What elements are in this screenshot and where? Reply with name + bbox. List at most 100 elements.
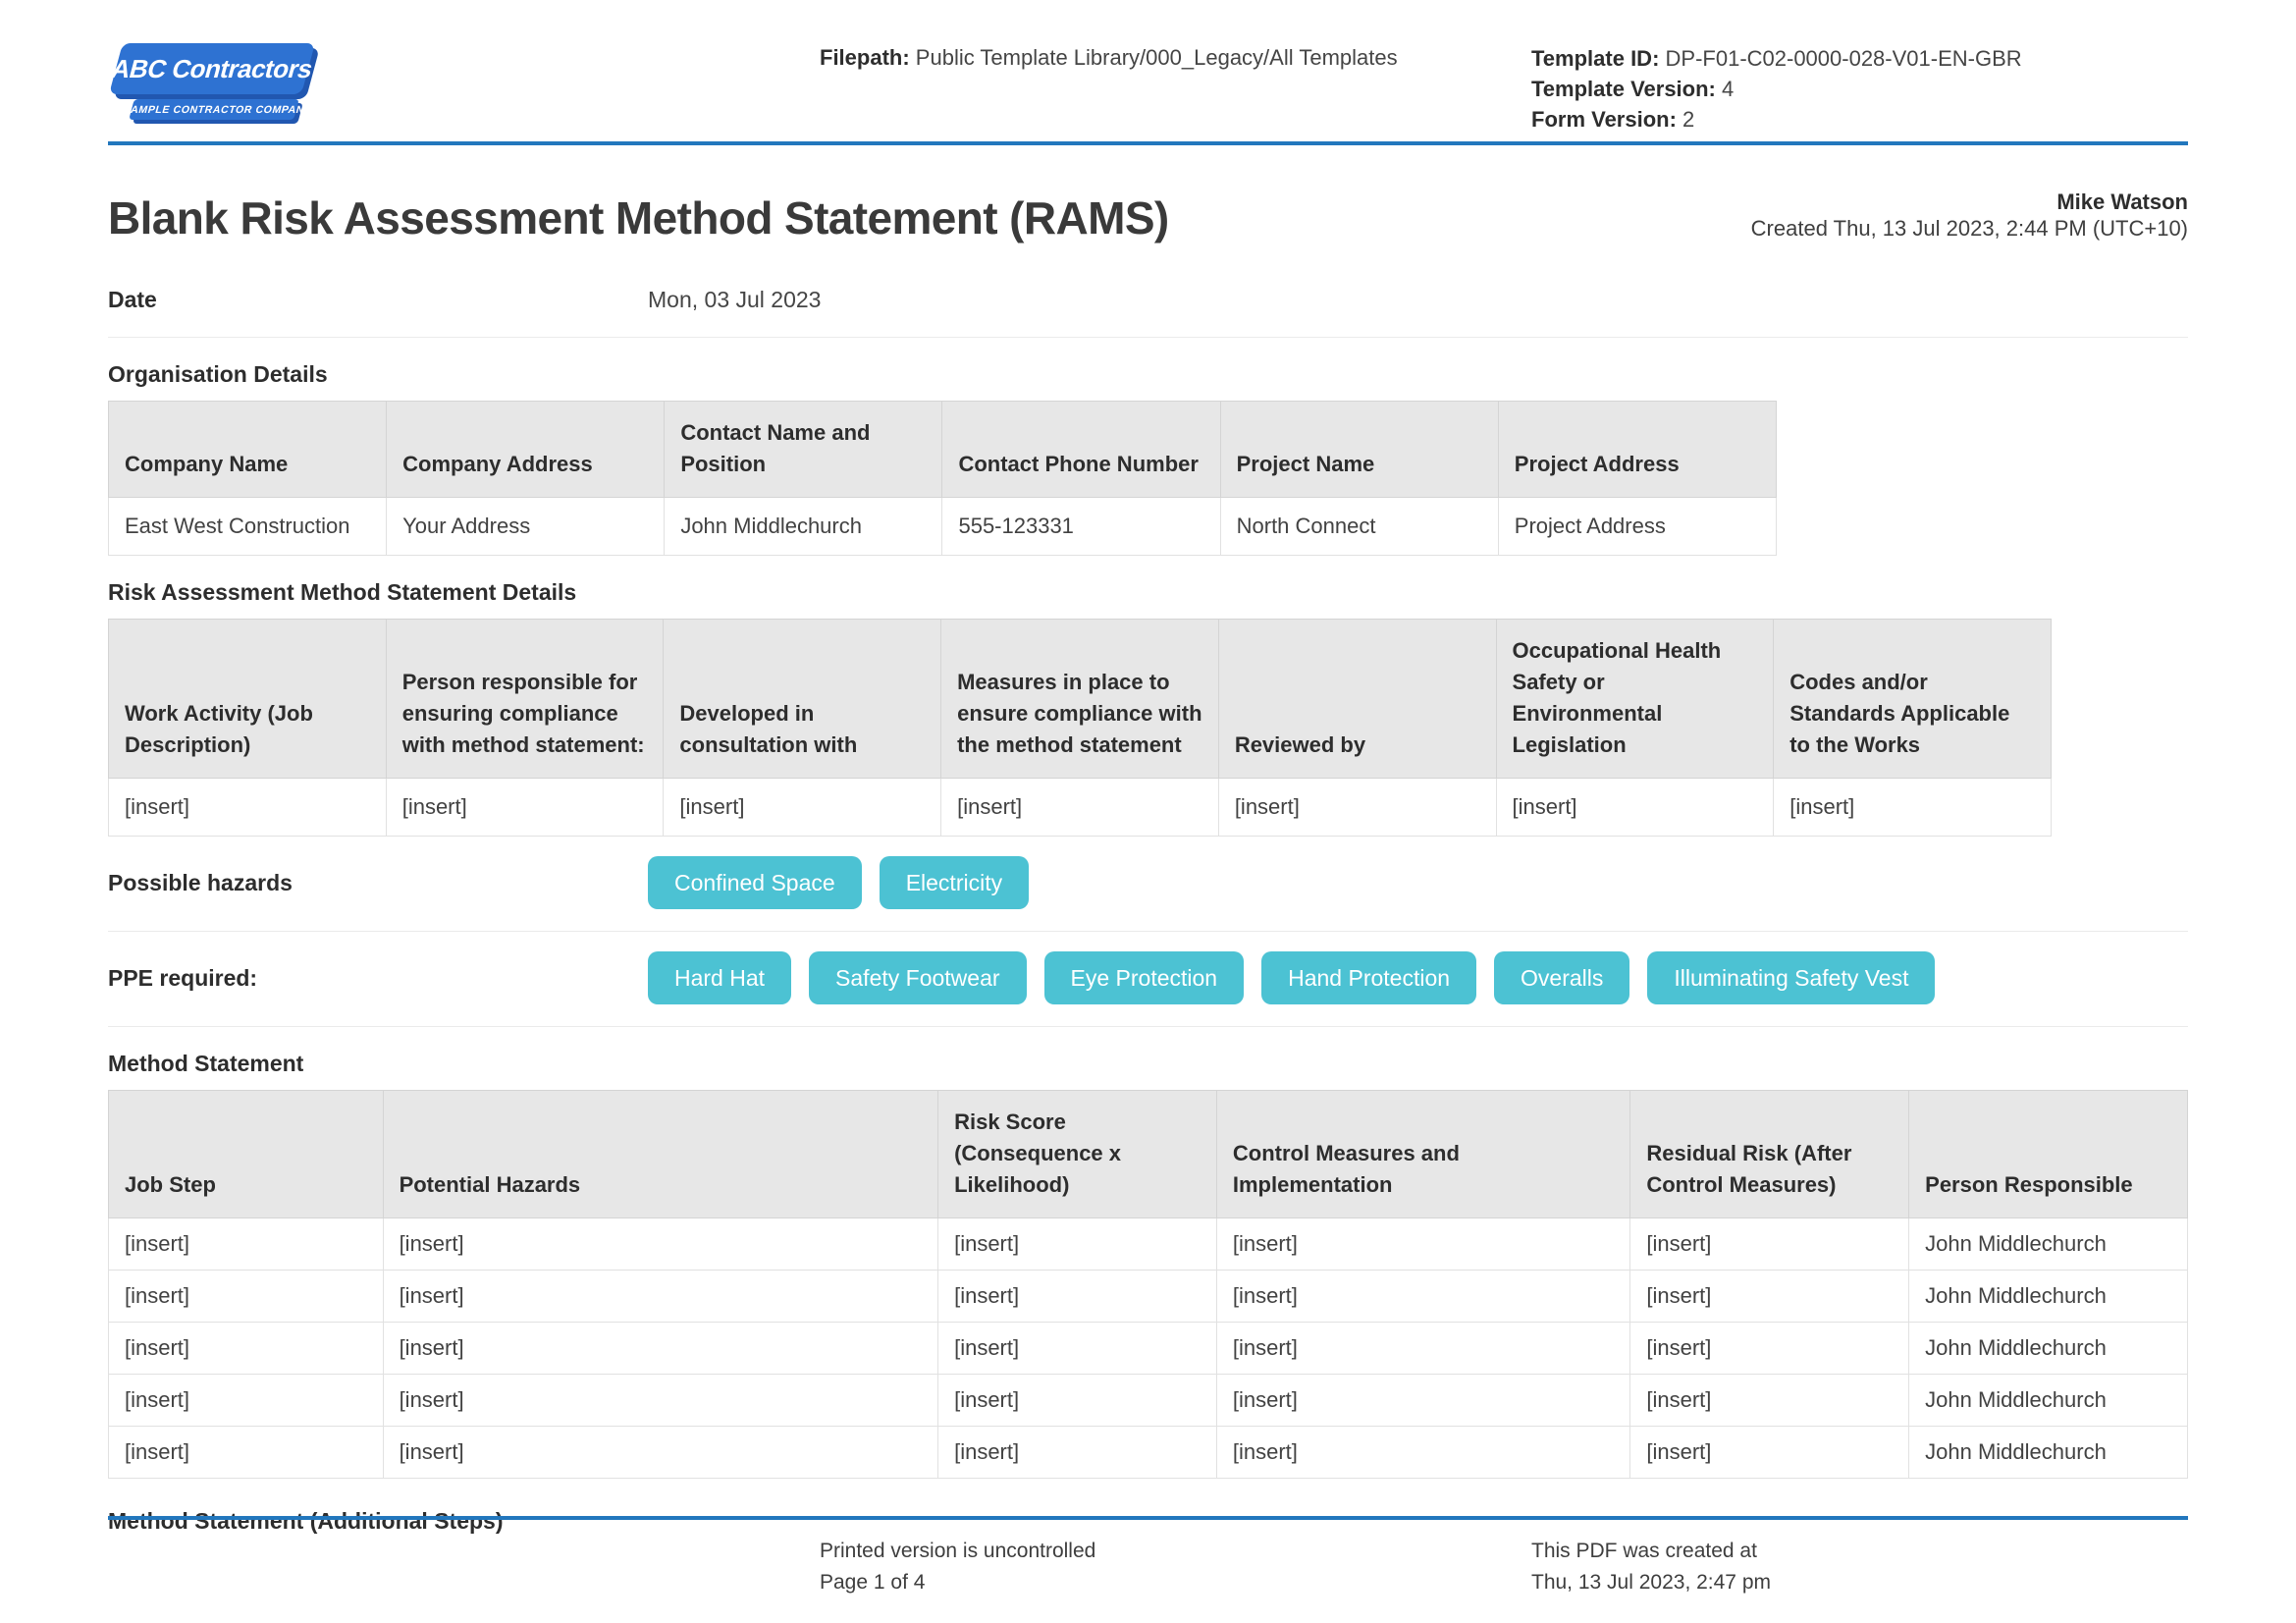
filepath-value: Public Template Library/000_Legacy/All T…: [916, 45, 1398, 70]
template-id-label: Template ID:: [1531, 46, 1659, 71]
table-cell: Your Address: [387, 498, 665, 556]
table-row: [insert] [insert] [insert] [insert] [ins…: [109, 1218, 2188, 1271]
table-cell: [insert]: [938, 1375, 1217, 1427]
table-cell: John Middlechurch: [665, 498, 942, 556]
filepath-label: Filepath:: [820, 45, 910, 70]
ppe-chip: Hard Hat: [648, 951, 791, 1004]
table-cell: John Middlechurch: [1909, 1218, 2188, 1271]
table-cell: [insert]: [1216, 1427, 1629, 1479]
ppe-chip: Illuminating Safety Vest: [1647, 951, 1935, 1004]
column-header: Potential Hazards: [383, 1091, 938, 1218]
table-cell: John Middlechurch: [1909, 1271, 2188, 1323]
logo-subtitle: EXAMPLE CONTRACTOR COMPANY: [115, 104, 314, 116]
author-name: Mike Watson: [1751, 189, 2188, 215]
table-cell: [insert]: [109, 1375, 384, 1427]
table-cell: John Middlechurch: [1909, 1375, 2188, 1427]
table-cell: Project Address: [1498, 498, 1776, 556]
table-cell: [insert]: [386, 779, 664, 837]
column-header: Residual Risk (After Control Measures): [1630, 1091, 1909, 1218]
section-heading-organisation-details: Organisation Details: [108, 361, 2188, 388]
table-header-row: Company Name Company Address Contact Nam…: [109, 402, 1777, 498]
table-cell: 555-123331: [942, 498, 1220, 556]
template-version-value: 4: [1722, 77, 1734, 101]
table-row: [insert] [insert] [insert] [insert] [ins…: [109, 779, 2052, 837]
table-cell: [insert]: [1216, 1218, 1629, 1271]
table-cell: [insert]: [383, 1271, 938, 1323]
ppe-required-label: PPE required:: [108, 965, 648, 992]
table-cell: [insert]: [1216, 1271, 1629, 1323]
table-cell: [insert]: [109, 779, 387, 837]
ppe-chip: Eye Protection: [1044, 951, 1245, 1004]
section-heading-method-statement: Method Statement: [108, 1051, 2188, 1077]
table-cell: East West Construction: [109, 498, 387, 556]
hazard-chip: Confined Space: [648, 856, 862, 909]
footer-left: Printed version is uncontrolled Page 1 o…: [820, 1536, 1095, 1598]
table-cell: [insert]: [1774, 779, 2052, 837]
column-header: Work Activity (Job Description): [109, 620, 387, 779]
form-version-label: Form Version:: [1531, 107, 1677, 132]
table-row: [insert] [insert] [insert] [insert] [ins…: [109, 1375, 2188, 1427]
ppe-chip: Overalls: [1494, 951, 1629, 1004]
table-header-row: Work Activity (Job Description) Person r…: [109, 620, 2052, 779]
table-cell: [insert]: [941, 779, 1219, 837]
column-header: Job Step: [109, 1091, 384, 1218]
title-row: Blank Risk Assessment Method Statement (…: [108, 189, 2188, 243]
form-version-row: Form Version: 2: [1531, 104, 2022, 135]
table-cell: [insert]: [1630, 1375, 1909, 1427]
table-cell: [insert]: [383, 1375, 938, 1427]
footer-columns: Printed version is uncontrolled Page 1 o…: [108, 1520, 2188, 1608]
template-id-row: Template ID: DP-F01-C02-0000-028-V01-EN-…: [1531, 43, 2022, 74]
rams-document-page: ABC Contractors EXAMPLE CONTRACTOR COMPA…: [0, 0, 2296, 1623]
footer-page-number: Page 1 of 4: [820, 1567, 1095, 1598]
template-version-label: Template Version:: [1531, 77, 1716, 101]
table-cell: [insert]: [383, 1218, 938, 1271]
footer-created-note: This PDF was created at: [1531, 1536, 1771, 1567]
column-header: Codes and/or Standards Applicable to the…: [1774, 620, 2052, 779]
form-version-value: 2: [1682, 107, 1694, 132]
hazard-chips: Confined Space Electricity: [648, 856, 1046, 909]
organisation-details-table: Company Name Company Address Contact Nam…: [108, 401, 1777, 556]
table-cell: [insert]: [383, 1427, 938, 1479]
table-cell: [insert]: [938, 1271, 1217, 1323]
table-cell: [insert]: [109, 1271, 384, 1323]
rams-details-table: Work Activity (Job Description) Person r…: [108, 619, 2052, 837]
logo-title: ABC Contractors: [108, 54, 316, 84]
column-header: Developed in consultation with: [664, 620, 941, 779]
table-cell: [insert]: [383, 1323, 938, 1375]
table-cell: [insert]: [938, 1323, 1217, 1375]
column-header: Risk Score (Consequence x Likelihood): [938, 1091, 1217, 1218]
table-cell: [insert]: [1630, 1271, 1909, 1323]
table-cell: [insert]: [938, 1427, 1217, 1479]
template-version-row: Template Version: 4: [1531, 74, 2022, 104]
page-title: Blank Risk Assessment Method Statement (…: [108, 192, 1169, 243]
footer-created-timestamp: Thu, 13 Jul 2023, 2:47 pm: [1531, 1567, 1771, 1598]
date-label: Date: [108, 287, 648, 313]
table-row: [insert] [insert] [insert] [insert] [ins…: [109, 1271, 2188, 1323]
table-header-row: Job Step Potential Hazards Risk Score (C…: [109, 1091, 2188, 1218]
template-id-value: DP-F01-C02-0000-028-V01-EN-GBR: [1666, 46, 2022, 71]
document-header: ABC Contractors EXAMPLE CONTRACTOR COMPA…: [108, 41, 2188, 141]
table-cell: John Middlechurch: [1909, 1323, 2188, 1375]
table-cell: [insert]: [664, 779, 941, 837]
filepath: Filepath: Public Template Library/000_Le…: [820, 45, 1398, 71]
company-logo-strip: EXAMPLE CONTRACTOR COMPANY: [129, 99, 299, 120]
table-cell: [insert]: [1216, 1323, 1629, 1375]
possible-hazards-label: Possible hazards: [108, 870, 648, 896]
created-timestamp: Created Thu, 13 Jul 2023, 2:44 PM (UTC+1…: [1751, 215, 2188, 242]
column-header: Person responsible for ensuring complian…: [386, 620, 664, 779]
table-cell: [insert]: [1218, 779, 1496, 837]
column-header: Project Name: [1220, 402, 1498, 498]
column-header: Project Address: [1498, 402, 1776, 498]
table-row: [insert] [insert] [insert] [insert] [ins…: [109, 1427, 2188, 1479]
ppe-required-row: PPE required: Hard Hat Safety Footwear E…: [108, 951, 2188, 1027]
header-divider: [108, 141, 2188, 145]
column-header: Person Responsible: [1909, 1091, 2188, 1218]
table-cell: John Middlechurch: [1909, 1427, 2188, 1479]
column-header: Measures in place to ensure compliance w…: [941, 620, 1219, 779]
table-cell: [insert]: [109, 1427, 384, 1479]
possible-hazards-row: Possible hazards Confined Space Electric…: [108, 856, 2188, 932]
column-header: Reviewed by: [1218, 620, 1496, 779]
hazard-chip: Electricity: [880, 856, 1029, 909]
column-header: Contact Phone Number: [942, 402, 1220, 498]
column-header: Company Address: [387, 402, 665, 498]
